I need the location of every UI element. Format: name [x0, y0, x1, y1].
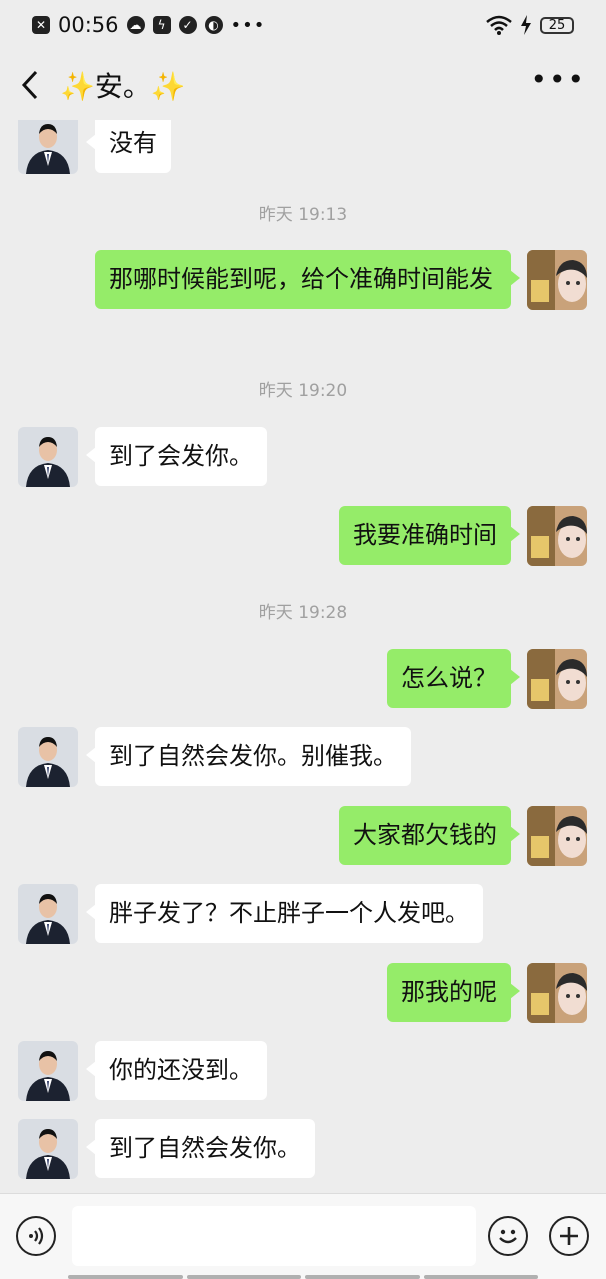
- wifi-icon: [486, 15, 512, 35]
- contact-avatar[interactable]: [18, 427, 78, 487]
- add-icon[interactable]: [549, 1216, 589, 1256]
- message-bubble[interactable]: 大家都欠钱的: [339, 806, 520, 865]
- charging-icon: [521, 15, 531, 35]
- compass-icon: ◐: [204, 16, 223, 34]
- notification-icon: ✕: [32, 16, 50, 34]
- contact-avatar[interactable]: [18, 1119, 78, 1179]
- message-input[interactable]: [72, 1206, 476, 1266]
- message-bubble[interactable]: 胖子发了？不止胖子一个人发吧。: [86, 884, 483, 943]
- emoji-icon[interactable]: [488, 1216, 528, 1256]
- message-bubble[interactable]: 那哪时候能到呢，给个准确时间能发: [95, 250, 520, 309]
- sparkle-icon: ✨: [150, 70, 186, 103]
- my-avatar[interactable]: [527, 806, 587, 866]
- message-bubble[interactable]: 没有: [86, 120, 171, 173]
- contact-name: 安。: [94, 70, 151, 103]
- contact-avatar[interactable]: [18, 884, 78, 944]
- status-time: 00:56: [58, 13, 119, 37]
- status-bar: ✕ 00:56 ☁ ϟ ✓ ◐ ••• 25: [0, 0, 606, 50]
- my-avatar[interactable]: [527, 963, 587, 1023]
- bolt-app-icon: ϟ: [152, 16, 171, 34]
- chat-title: ✨安。✨: [60, 65, 186, 105]
- my-avatar[interactable]: [527, 506, 587, 566]
- shield-icon: ✓: [178, 16, 197, 34]
- status-right: 25: [486, 15, 574, 35]
- input-bar: [0, 1193, 606, 1279]
- message-bubble[interactable]: 到了自然会发你。: [86, 1119, 315, 1178]
- message-bubble[interactable]: 你的还没到。: [86, 1041, 267, 1100]
- contact-avatar[interactable]: [18, 120, 78, 174]
- cloud-icon: ☁: [126, 16, 145, 34]
- message-bubble[interactable]: 到了会发你。: [86, 427, 267, 486]
- contact-avatar[interactable]: [18, 1041, 78, 1101]
- message-bubble[interactable]: 那我的呢: [387, 963, 520, 1022]
- contact-avatar[interactable]: [18, 727, 78, 787]
- more-icon[interactable]: •••: [530, 66, 586, 95]
- sparkle-icon: ✨: [60, 70, 95, 103]
- my-avatar[interactable]: [527, 649, 587, 709]
- gesture-bar: [68, 1275, 538, 1279]
- message-bubble[interactable]: 到了自然会发你。别催我。: [86, 727, 411, 786]
- my-avatar[interactable]: [527, 250, 587, 310]
- battery-icon: 25: [540, 16, 574, 34]
- status-more-dots: •••: [230, 14, 266, 36]
- timestamp: 昨天 19:13: [258, 205, 348, 225]
- voice-icon[interactable]: [16, 1216, 56, 1256]
- chat-header: ✨安。✨ •••: [0, 50, 606, 120]
- message-list[interactable]: 没有昨天 19:13 那哪时候能到呢，给个准确时间能发昨天 19:20 到了会发你。…: [0, 120, 606, 1193]
- message-bubble[interactable]: 怎么说？: [387, 649, 520, 708]
- timestamp: 昨天 19:28: [258, 603, 348, 623]
- status-left: ✕ 00:56 ☁ ϟ ✓ ◐ •••: [32, 13, 265, 37]
- message-bubble[interactable]: 我要准确时间: [339, 506, 520, 565]
- timestamp: 昨天 19:20: [258, 381, 348, 401]
- back-arrow-icon[interactable]: [20, 65, 46, 105]
